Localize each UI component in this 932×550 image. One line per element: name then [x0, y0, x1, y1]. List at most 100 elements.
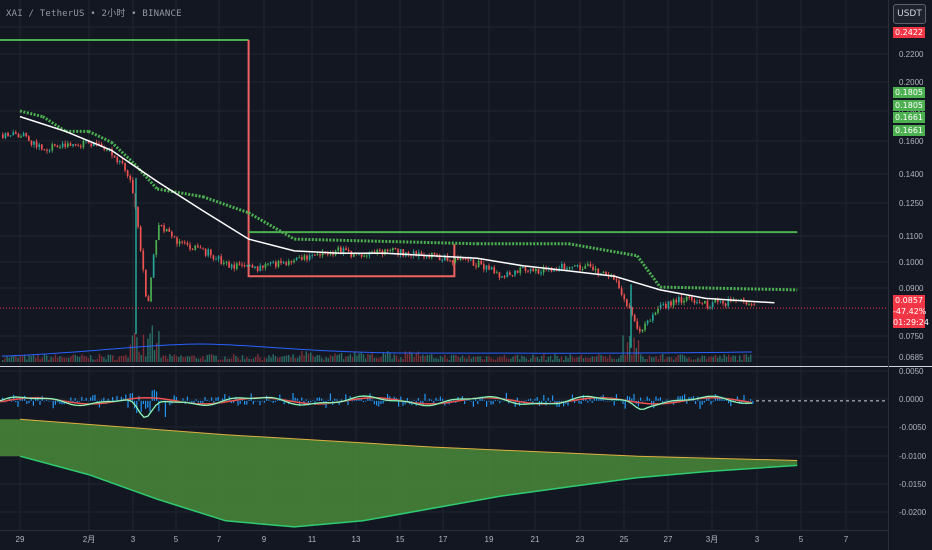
- price-badge-green-4: 0.1661: [893, 125, 925, 136]
- volume-bar: [21, 355, 24, 362]
- volume-bar: [362, 354, 365, 362]
- volume-bar: [609, 355, 611, 362]
- volume-bar: [629, 336, 631, 362]
- price-change-badge: -47.42%: [893, 306, 927, 317]
- volume-bar: [39, 359, 41, 362]
- macd-hist-bar: [376, 400, 378, 406]
- volume-bar: [358, 353, 360, 362]
- volume-bar: [406, 354, 409, 362]
- candle-body: [750, 304, 753, 306]
- macd-hist-bar: [534, 398, 536, 401]
- volume-bar: [316, 355, 318, 362]
- volume-bar: [675, 357, 677, 362]
- volume-bar: [292, 354, 294, 362]
- macd-hist-bar: [547, 397, 549, 401]
- candle-body: [696, 302, 698, 304]
- volume-bar: [349, 354, 351, 362]
- volume-bar: [114, 359, 116, 362]
- macd-hist-bar: [373, 400, 375, 405]
- volume-bar: [532, 354, 534, 362]
- volume-bar: [558, 358, 560, 362]
- candle-body: [477, 260, 480, 267]
- macd-hist-bar: [292, 393, 294, 401]
- volume-bar: [65, 357, 68, 362]
- volume-bar: [325, 357, 327, 362]
- macd-hist-bar: [116, 396, 118, 401]
- candle-body: [251, 264, 254, 268]
- volume-bar: [261, 360, 263, 362]
- volume-bar: [32, 354, 35, 362]
- volume-bar: [96, 359, 98, 362]
- volume-bar: [59, 356, 61, 362]
- volume-bar: [90, 355, 92, 362]
- macd-hist-bar: [362, 400, 364, 403]
- volume-bar: [635, 348, 637, 362]
- macd-hist-bar: [164, 400, 166, 417]
- macd-hist-bar: [516, 397, 518, 401]
- price-chart[interactable]: 0.22000.20000.18000.16000.14000.12500.11…: [0, 0, 932, 550]
- candle-body: [722, 300, 724, 304]
- macd-hist-bar: [472, 400, 474, 407]
- volume-bar: [732, 355, 734, 362]
- volume-bar: [552, 359, 554, 362]
- macd-hist-bar: [310, 400, 312, 403]
- volume-bar: [450, 355, 453, 362]
- volume-bar: [312, 355, 314, 362]
- candle-body: [124, 162, 126, 171]
- macd-hist-bar: [371, 399, 373, 401]
- macd-hist-bar: [321, 398, 323, 401]
- trailing-stop-segment: [19, 109, 44, 119]
- volume-bar: [120, 355, 123, 362]
- macd-hist-bar: [200, 400, 202, 403]
- volume-bar: [270, 357, 272, 362]
- volume-bar: [19, 355, 21, 362]
- macd-hist-bar: [312, 400, 314, 401]
- volume-bar: [710, 356, 712, 362]
- volume-bar: [85, 356, 87, 362]
- volume-bar: [149, 333, 151, 362]
- volume-bar: [613, 358, 615, 362]
- candle-body: [483, 264, 485, 270]
- macd-hist-bar: [442, 398, 444, 401]
- candle-body: [470, 259, 472, 261]
- candle-body: [181, 241, 184, 243]
- oscillator-area: [0, 419, 798, 527]
- macd-hist-bar: [211, 397, 213, 401]
- volume-bar: [468, 355, 470, 362]
- candle-body: [472, 259, 475, 266]
- volume-bar: [644, 359, 646, 362]
- volume-bar: [310, 352, 312, 362]
- macd-hist-bar: [107, 398, 109, 401]
- volume-bar: [736, 360, 739, 362]
- volume-bar: [54, 354, 57, 362]
- volume-bar: [688, 357, 690, 362]
- volume-bar: [492, 359, 494, 362]
- time-tick-label: 5: [174, 535, 179, 544]
- volume-bar: [43, 354, 46, 362]
- volume-bar: [50, 356, 52, 362]
- countdown-badge: 01:29:24: [893, 317, 929, 328]
- macd-hist-bar: [494, 399, 496, 401]
- candle-body: [623, 294, 626, 300]
- candle-body: [217, 256, 220, 260]
- volume-bar: [697, 357, 699, 362]
- volume-bar: [314, 356, 316, 362]
- candle-body: [449, 260, 451, 262]
- volume-bar: [395, 355, 398, 362]
- volume-bar: [486, 356, 488, 362]
- volume-bar: [321, 358, 323, 362]
- currency-button[interactable]: USDT: [893, 4, 926, 24]
- volume-bar: [389, 353, 391, 362]
- candle-body: [506, 272, 509, 277]
- candle-body: [615, 279, 618, 281]
- volume-bar: [589, 357, 591, 362]
- candle-body: [152, 254, 155, 278]
- candle-body: [501, 276, 503, 278]
- macd-hist-bar: [435, 397, 437, 401]
- candle-body: [282, 262, 285, 264]
- volume-bar: [76, 356, 79, 362]
- trailing-stop-segment: [568, 242, 638, 258]
- volume-bar: [61, 356, 63, 362]
- volume-bar: [63, 357, 65, 362]
- volume-bar: [290, 357, 292, 362]
